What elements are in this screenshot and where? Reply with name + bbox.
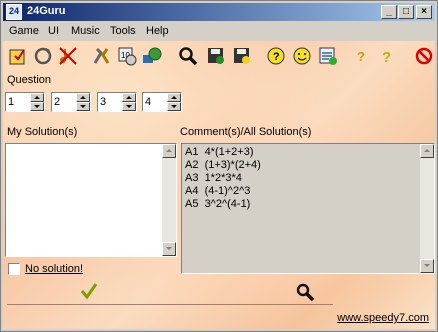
toolbar: 10 ? ? ? xyxy=(3,41,435,71)
question-spinner-2[interactable]: 2 xyxy=(51,92,91,112)
question-value-3: 3 xyxy=(100,96,107,108)
question-alt-icon[interactable]: ? xyxy=(376,45,398,67)
title-bar[interactable]: 24 24Guru _ □ × xyxy=(3,3,435,21)
timer-icon[interactable]: 10 xyxy=(116,45,138,67)
save-smile-icon[interactable] xyxy=(231,45,253,67)
comment-line-5: A5 3^2^(4-1) xyxy=(185,198,251,210)
check-icon[interactable] xyxy=(79,281,99,301)
no-solution-label: No solution! xyxy=(25,263,84,275)
refresh-icon[interactable] xyxy=(32,45,54,67)
menu-bar: Game UI Music Tools Help xyxy=(3,22,435,40)
menu-help[interactable]: Help xyxy=(146,25,169,37)
stop-icon[interactable] xyxy=(413,45,435,67)
my-solutions-label: My Solution(s) xyxy=(7,126,78,138)
comment-line-3: A3 1*2*3*4 xyxy=(185,172,242,184)
main-area: 10 ? ? ? Question 1 2 3 4 My Solution(s)… xyxy=(3,41,435,329)
my-solutions-scrollbar[interactable] xyxy=(162,144,176,256)
scroll-up-button[interactable] xyxy=(162,144,176,158)
spin-down-2[interactable] xyxy=(76,102,90,111)
spin-down-1[interactable] xyxy=(30,102,44,111)
my-solutions-textarea[interactable] xyxy=(5,143,177,257)
spin-up-4[interactable] xyxy=(167,93,181,102)
globe-icon[interactable] xyxy=(141,45,163,67)
tools-icon[interactable] xyxy=(91,45,113,67)
svg-text:?: ? xyxy=(382,49,391,66)
magnify-icon[interactable] xyxy=(295,282,315,302)
spin-down-3[interactable] xyxy=(122,102,136,111)
question-value-1: 1 xyxy=(8,96,15,108)
question-spinner-3[interactable]: 3 xyxy=(97,92,137,112)
question-spinner-1[interactable]: 1 xyxy=(5,92,45,112)
comments-scroll-up[interactable] xyxy=(420,144,434,158)
question-label: Question xyxy=(7,74,52,86)
smile-icon[interactable] xyxy=(291,45,313,67)
scroll-down-button[interactable] xyxy=(162,242,176,256)
svg-text:?: ? xyxy=(357,49,365,64)
comments-scrollbar[interactable] xyxy=(420,144,434,273)
close-button[interactable]: × xyxy=(416,5,432,19)
spin-down-4[interactable] xyxy=(167,102,181,111)
question-icon[interactable]: ? xyxy=(350,45,372,67)
divider xyxy=(7,304,333,305)
website-link[interactable]: www.speedy7.com xyxy=(337,312,429,324)
no-music-icon[interactable] xyxy=(57,45,79,67)
app-window: 24 24Guru _ □ × Game UI Music Tools Help… xyxy=(0,0,438,332)
svg-text:?: ? xyxy=(273,51,280,63)
comment-line-1: A1 4*(1+2+3) xyxy=(185,146,254,158)
comment-line-4: A4 (4-1)^2^3 xyxy=(185,185,251,197)
spin-up-1[interactable] xyxy=(30,93,44,102)
minimize-button[interactable]: _ xyxy=(381,5,397,19)
menu-music[interactable]: Music xyxy=(71,25,100,37)
question-value-4: 4 xyxy=(145,96,152,108)
save-icon[interactable] xyxy=(205,45,227,67)
menu-game[interactable]: Game xyxy=(9,25,39,37)
menu-ui[interactable]: UI xyxy=(48,25,59,37)
comments-scroll-down[interactable] xyxy=(420,259,434,273)
maximize-button[interactable]: □ xyxy=(398,5,414,19)
menu-tools[interactable]: Tools xyxy=(110,25,136,37)
comment-line-2: A2 (1+3)*(2+4) xyxy=(185,159,261,171)
help-icon[interactable]: ? xyxy=(265,45,287,67)
comments-label: Comment(s)/All Solution(s) xyxy=(180,126,312,138)
spin-up-3[interactable] xyxy=(122,93,136,102)
new-game-icon[interactable] xyxy=(7,45,29,67)
comments-textarea[interactable]: A1 4*(1+2+3) A2 (1+3)*(2+4) A3 1*2*3*4 A… xyxy=(181,143,435,274)
chart-icon[interactable] xyxy=(317,45,339,67)
question-value-2: 2 xyxy=(54,96,61,108)
app-icon: 24 xyxy=(6,4,22,20)
question-spinner-4[interactable]: 4 xyxy=(142,92,182,112)
window-title: 24Guru xyxy=(27,5,66,17)
search-icon[interactable] xyxy=(177,45,199,67)
no-solution-checkbox[interactable] xyxy=(8,263,20,275)
spin-up-2[interactable] xyxy=(76,93,90,102)
